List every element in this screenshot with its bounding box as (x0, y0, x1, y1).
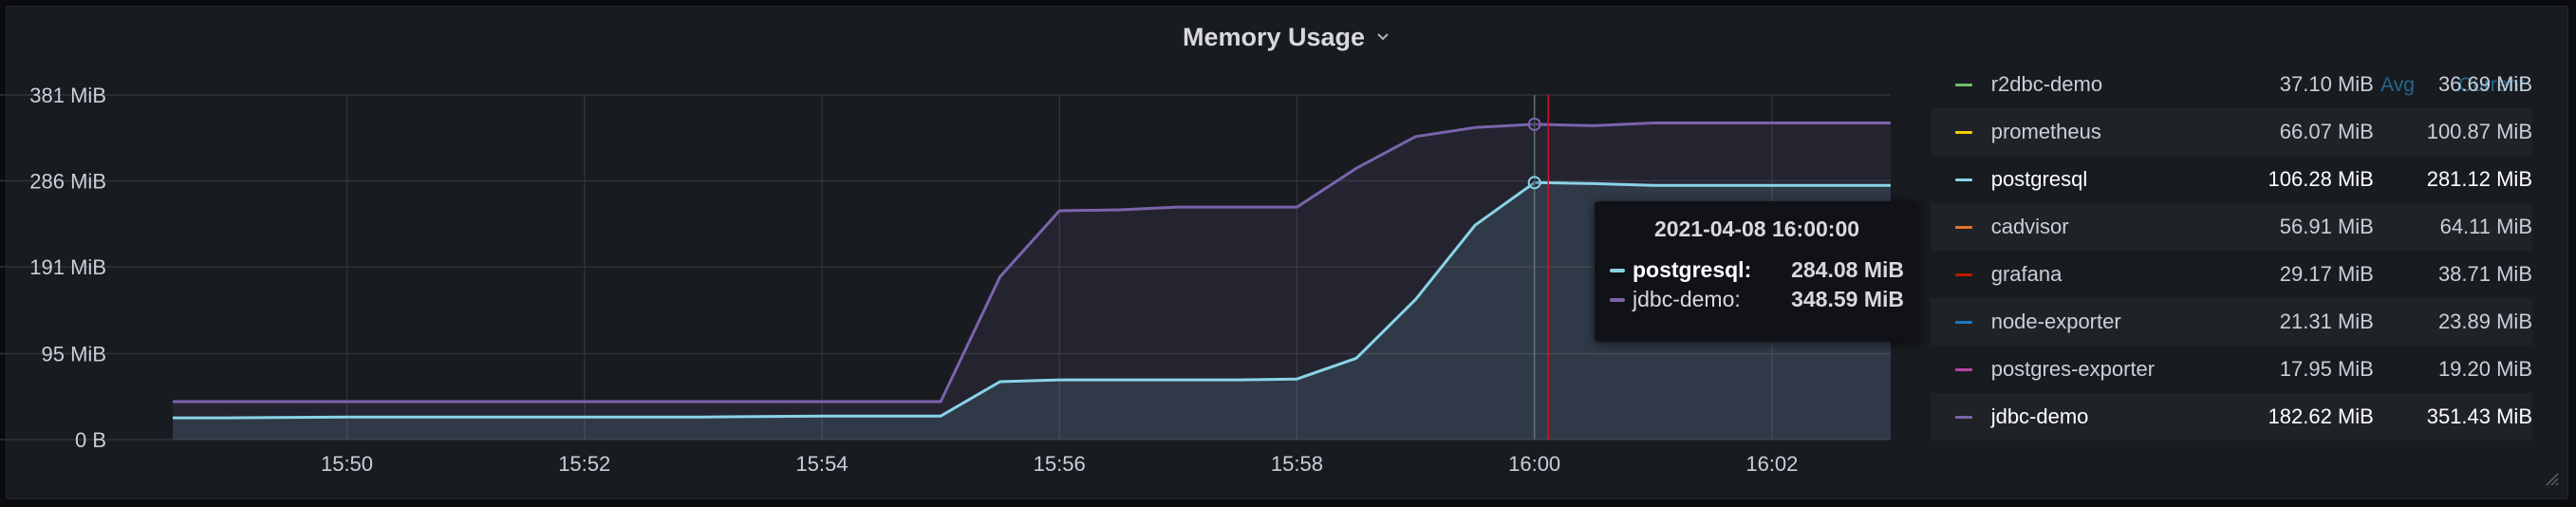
legend-row-cadvisor[interactable]: cadvisor 56.91 MiB 64.11 MiB (1931, 203, 2532, 251)
x-tick-label: 16:02 (1745, 452, 1798, 476)
legend-avg-value: 56.91 MiB (2279, 215, 2374, 238)
series-swatch-icon (1610, 268, 1625, 272)
hover-tooltip: 2021-04-08 16:00:00 postgresql: 284.08 Mi… (1595, 201, 1919, 342)
y-tick-label: 286 MiB (29, 170, 106, 194)
x-axis-ticks: 15:50 15:52 15:54 15:56 15:58 16:00 16:02 (321, 452, 1798, 476)
legend-series-name[interactable]: cadvisor (1991, 215, 2225, 239)
series-swatch-icon (1610, 297, 1625, 302)
y-tick-label: 95 MiB (42, 342, 106, 366)
series-color-swatch-icon[interactable] (1955, 225, 1972, 229)
series-color-swatch-icon[interactable] (1955, 415, 1972, 419)
legend-series-name[interactable]: postgres-exporter (1991, 357, 2225, 382)
legend-series-name[interactable]: grafana (1991, 262, 2225, 287)
legend-series-name[interactable]: jdbc-demo (1991, 404, 2225, 429)
series-color-swatch-icon[interactable] (1955, 272, 1972, 276)
x-tick-label: 15:52 (558, 452, 610, 476)
y-tick-label: 191 MiB (29, 255, 106, 279)
x-tick-label: 15:50 (321, 452, 373, 476)
series-color-swatch-icon[interactable] (1955, 178, 1972, 181)
tooltip-series-name: postgresql: (1633, 257, 1752, 282)
legend-avg-value: 182.62 MiB (2268, 404, 2374, 428)
legend-series-name[interactable]: postgresql (1991, 167, 2225, 192)
legend-row-prometheus[interactable]: prometheus 66.07 MiB 100.87 MiB (1931, 108, 2532, 156)
legend-series-name[interactable]: prometheus (1991, 120, 2225, 144)
legend-current-value: 100.87 MiB (2426, 120, 2532, 143)
legend-series-name[interactable]: r2dbc-demo (1991, 72, 2225, 97)
tooltip-row: jdbc-demo: 348.59 MiB (1610, 285, 1904, 314)
legend-avg-value: 17.95 MiB (2279, 357, 2374, 381)
x-tick-label: 16:00 (1508, 452, 1560, 476)
tooltip-series-value: 284.08 MiB (1791, 257, 1904, 282)
legend-current-value: 19.20 MiB (2437, 357, 2532, 381)
legend-table: Avg Current r2dbc-demo 37.10 MiB 36.69 MiB… (1931, 57, 2532, 490)
tooltip-series-name: jdbc-demo: (1633, 287, 1741, 311)
hover-point-jdbc-demo (1527, 117, 1541, 131)
legend-current-value: 36.69 MiB (2437, 72, 2532, 96)
tooltip-row: postgresql: 284.08 MiB (1610, 255, 1904, 285)
x-tick-label: 15:54 (795, 452, 848, 476)
legend-series-name[interactable]: node-exporter (1991, 310, 2225, 334)
series-color-swatch-icon[interactable] (1955, 320, 1972, 324)
y-tick-label: 381 MiB (29, 84, 106, 107)
legend-current-value: 23.89 MiB (2437, 310, 2532, 333)
tooltip-time: 2021-04-08 16:00:00 (1653, 216, 1860, 241)
legend-row-r2dbc-demo[interactable]: r2dbc-demo 37.10 MiB 36.69 MiB (1931, 61, 2532, 108)
series-color-swatch-icon[interactable] (1955, 130, 1972, 134)
legend-row-jdbc-demo[interactable]: jdbc-demo 182.62 MiB 351.43 MiB (1931, 393, 2532, 441)
legend-avg-value: 21.31 MiB (2279, 310, 2374, 333)
resize-handle-icon[interactable] (2546, 473, 2559, 486)
legend-row-postgresql[interactable]: postgresql 106.28 MiB 281.12 MiB (1931, 156, 2532, 203)
y-axis-ticks: 0 B 95 MiB 191 MiB 286 MiB 381 MiB (29, 84, 106, 452)
hover-point-postgresql (1527, 176, 1541, 190)
series-color-swatch-icon[interactable] (1955, 83, 1972, 86)
legend-current-value: 38.71 MiB (2437, 262, 2532, 286)
legend-current-value: 281.12 MiB (2426, 167, 2532, 191)
tooltip-series-value: 348.59 MiB (1791, 287, 1904, 311)
legend-row-postgres-exporter[interactable]: postgres-exporter 17.95 MiB 19.20 MiB (1931, 346, 2532, 393)
legend-avg-value: 66.07 MiB (2279, 120, 2374, 143)
legend-avg-value: 37.10 MiB (2279, 72, 2374, 96)
legend-avg-value: 106.28 MiB (2268, 167, 2374, 191)
legend-avg-value: 29.17 MiB (2279, 262, 2374, 286)
x-tick-label: 15:56 (1034, 452, 1086, 476)
y-tick-label: 0 B (75, 428, 106, 452)
x-tick-label: 15:58 (1271, 452, 1323, 476)
legend-current-value: 351.43 MiB (2426, 404, 2532, 428)
legend-current-value: 64.11 MiB (2439, 215, 2532, 238)
legend-row-node-exporter[interactable]: node-exporter 21.31 MiB 23.89 MiB (1931, 298, 2532, 346)
legend-row-grafana[interactable]: grafana 29.17 MiB 38.71 MiB (1931, 251, 2532, 298)
series-color-swatch-icon[interactable] (1955, 367, 1972, 371)
